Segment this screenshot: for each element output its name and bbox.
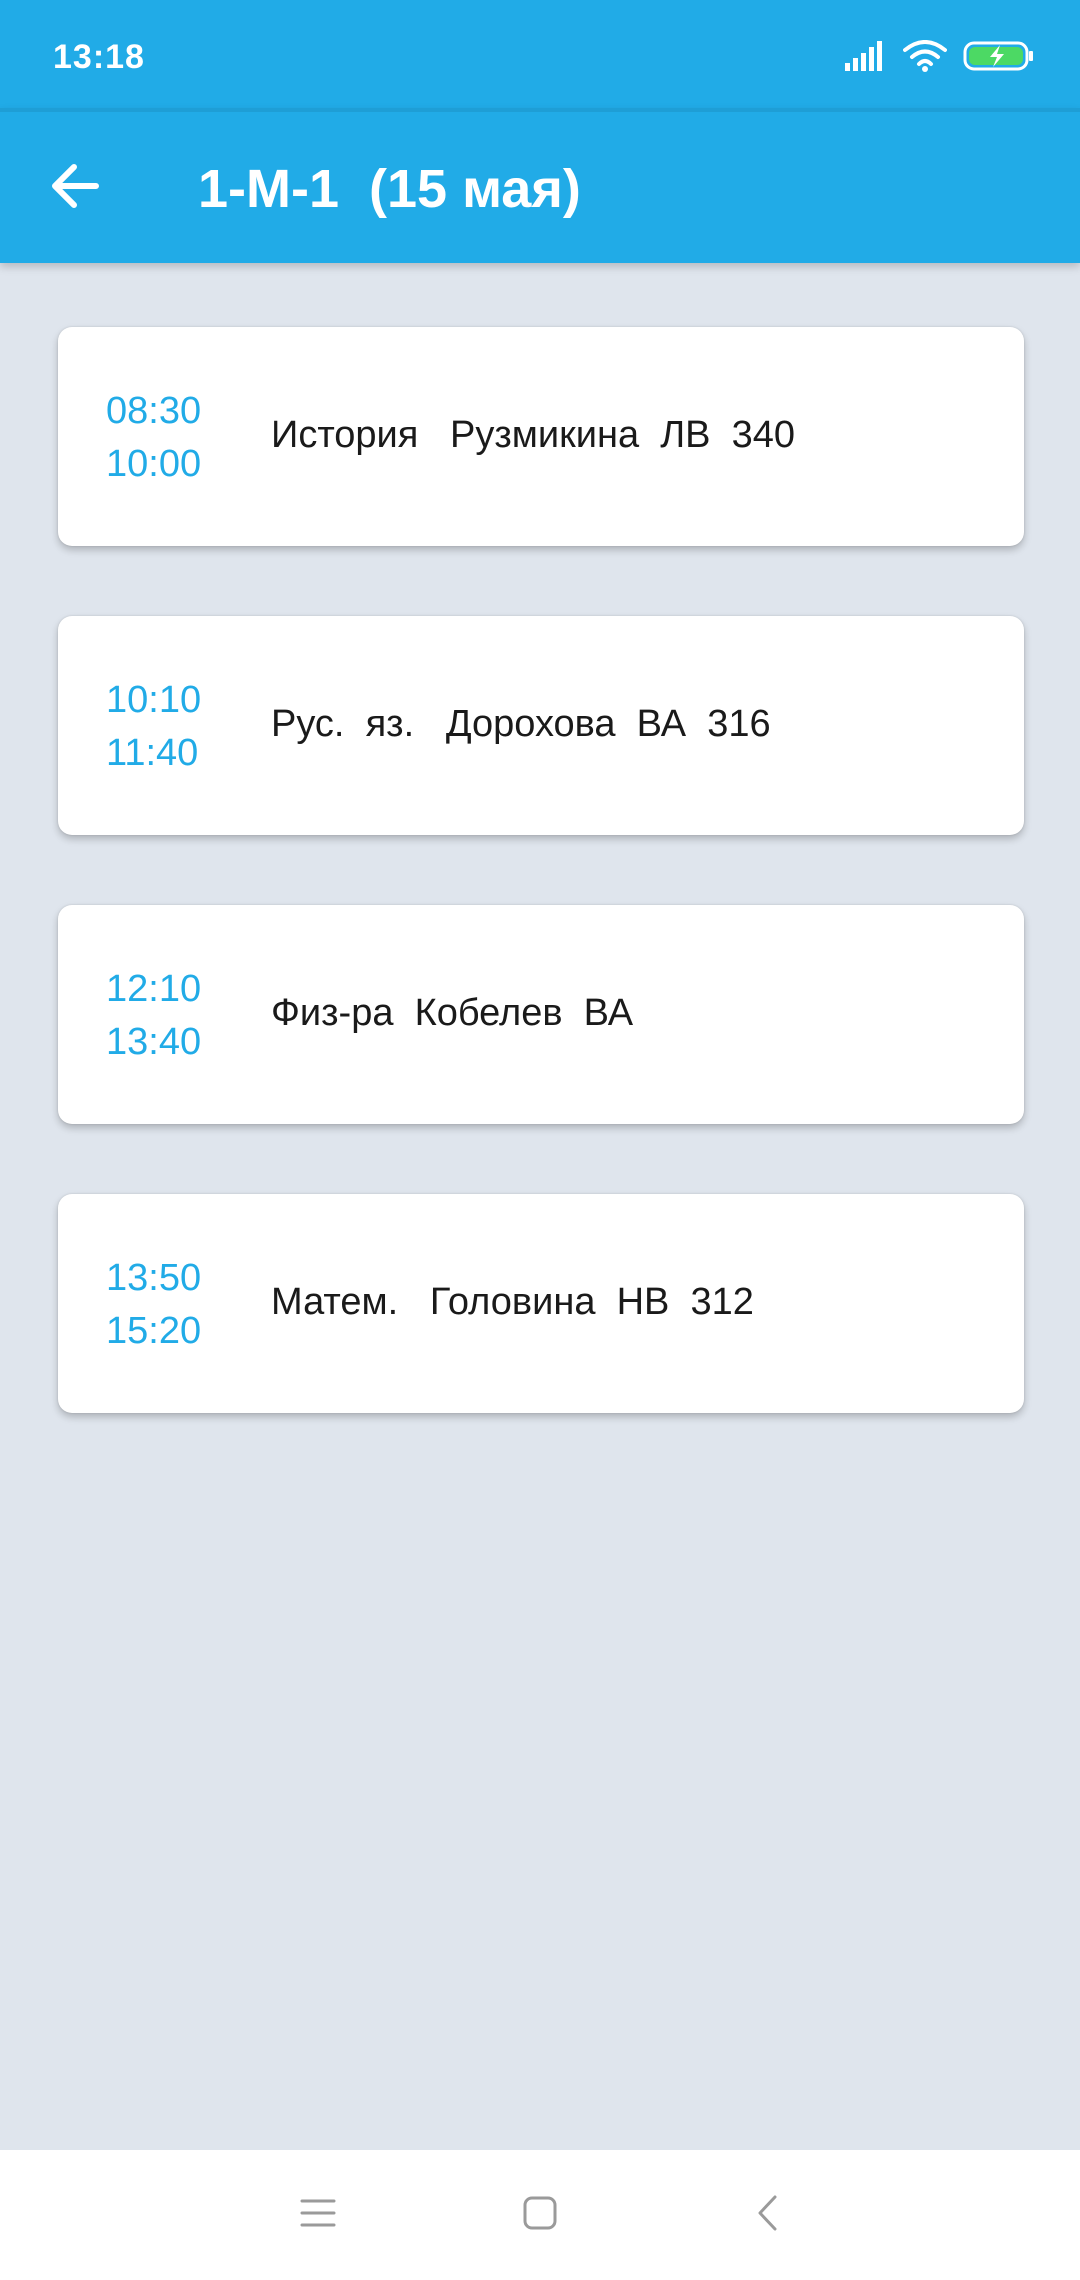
signal-icon xyxy=(845,40,887,76)
app-bar: 1-М-1 (15 мая) xyxy=(0,108,1080,263)
lesson-start-time: 12:10 xyxy=(106,968,202,1010)
lesson-start-time: 13:50 xyxy=(106,1257,202,1299)
arrow-left-icon xyxy=(50,163,100,214)
lesson-end-time: 13:40 xyxy=(106,1021,202,1063)
home-icon xyxy=(522,2195,558,2236)
lesson-times: 13:50 15:20 xyxy=(106,1252,226,1358)
back-button[interactable] xyxy=(40,153,110,223)
status-time: 13:18 xyxy=(53,38,145,76)
lesson-end-time: 11:40 xyxy=(106,732,199,774)
system-back-button[interactable] xyxy=(737,2185,797,2245)
system-nav-bar xyxy=(0,2150,1080,2280)
lesson-details: Матем. Головина НВ 312 xyxy=(271,1281,754,1323)
lesson-details: История Рузмикина ЛВ 340 xyxy=(271,414,796,456)
lesson-details: Физ-ра Кобелев ВА xyxy=(271,992,634,1034)
lesson-start-time: 08:30 xyxy=(106,390,202,432)
lesson-times: 08:30 10:00 xyxy=(106,385,226,491)
lesson-list: 08:30 10:00 История Рузмикина ЛВ 340 10:… xyxy=(58,327,1024,1483)
lesson-card[interactable]: 08:30 10:00 История Рузмикина ЛВ 340 xyxy=(58,327,1024,546)
status-bar: 13:18 xyxy=(0,0,1080,108)
lesson-card[interactable]: 12:10 13:40 Физ-ра Кобелев ВА xyxy=(58,905,1024,1124)
status-icons xyxy=(845,38,1035,78)
lesson-end-time: 10:00 xyxy=(106,443,202,485)
home-button[interactable] xyxy=(510,2185,570,2245)
back-icon xyxy=(755,2194,779,2237)
lesson-end-time: 15:20 xyxy=(106,1310,202,1352)
lesson-times: 12:10 13:40 xyxy=(106,963,226,1069)
lesson-details: Рус. яз. Дорохова ВА 316 xyxy=(271,703,771,745)
page-title: 1-М-1 (15 мая) xyxy=(198,159,581,219)
battery-charging-icon xyxy=(963,40,1035,77)
lesson-card[interactable]: 10:10 11:40 Рус. яз. Дорохова ВА 316 xyxy=(58,616,1024,835)
recent-apps-button[interactable] xyxy=(288,2185,348,2245)
wifi-icon xyxy=(903,39,947,77)
lesson-times: 10:10 11:40 xyxy=(106,674,226,780)
lesson-start-time: 10:10 xyxy=(106,679,202,721)
lesson-card[interactable]: 13:50 15:20 Матем. Головина НВ 312 xyxy=(58,1194,1024,1413)
menu-icon xyxy=(300,2198,336,2233)
